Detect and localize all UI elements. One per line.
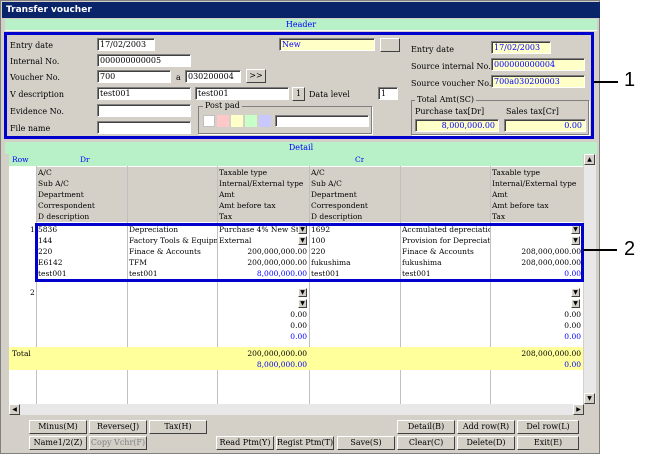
sub-right-2: Department (310, 189, 400, 200)
minus-button[interactable]: Minus(M) (29, 420, 87, 434)
total-label: Total (12, 349, 31, 358)
col-cr: Cr (355, 155, 365, 164)
row2-dr-tax[interactable]: 0.00 (218, 331, 309, 342)
scroll-left-icon[interactable]: ◀ (9, 404, 20, 415)
total-cr-amt: 208,000,000.00 (521, 349, 581, 358)
sub-mid-0: Taxable type (218, 167, 309, 178)
callout-line-1 (594, 81, 618, 83)
name12-button[interactable]: Name1/2(Z) (29, 436, 87, 450)
row2-dr-inout-dropdown[interactable]: ▼ (298, 299, 307, 308)
transfer-voucher-window: Transfer voucher Header Entry date 17/02… (0, 0, 600, 454)
window-title: Transfer voucher (2, 2, 600, 18)
row2-dr-amt-before-tax[interactable]: 0.00 (218, 320, 309, 331)
horizontal-scrollbar[interactable]: ◀ ▶ (9, 404, 584, 415)
row2-dr-taxable-dropdown[interactable]: ▼ (298, 288, 307, 297)
detail-button[interactable]: Detail(B) (397, 420, 455, 434)
sub-left-0: A/C (37, 167, 127, 178)
callout-box-2 (35, 223, 584, 282)
row2-cr-amt[interactable]: 0.00 (491, 309, 583, 320)
row2-dr-amt[interactable]: 0.00 (218, 309, 309, 320)
regist-ptm-button[interactable]: Regist Ptm(T) (276, 436, 334, 450)
row-2-number: 2 (30, 288, 35, 297)
row2-cr-inout-dropdown[interactable]: ▼ (571, 299, 580, 308)
sub-left-4: D description (37, 211, 127, 222)
sub-mid-1: Internal/External type (218, 178, 309, 189)
row2-cr-taxable-dropdown[interactable]: ▼ (571, 288, 580, 297)
row2-cr-amt-before-tax[interactable]: 0.00 (491, 320, 583, 331)
scroll-down-icon[interactable]: ▼ (584, 393, 595, 404)
sub-right-4: D description (310, 211, 400, 222)
total-dr-amt: 200,000,000.00 (247, 349, 307, 358)
col-dr: Dr (80, 155, 90, 164)
scroll-up-icon[interactable]: ▲ (584, 154, 595, 165)
save-button[interactable]: Save(S) (337, 436, 395, 450)
exit-button[interactable]: Exit(E) (517, 436, 579, 450)
sub-far-1: Internal/External type (491, 178, 583, 189)
detail-bar: Detail (5, 142, 597, 154)
sub-far-2: Amt (491, 189, 583, 200)
sub-mid-4: Tax (218, 211, 309, 222)
scroll-right-icon[interactable]: ▶ (573, 404, 584, 415)
row2-cr-tax[interactable]: 0.00 (491, 331, 583, 342)
add-row-button[interactable]: Add row(R) (457, 420, 515, 434)
header-bar: Header (5, 19, 597, 31)
sub-left-1: Sub A/C (37, 178, 127, 189)
sub-mid-3: Amt before tax (218, 200, 309, 211)
sub-far-3: Amt before tax (491, 200, 583, 211)
col-row: Row (12, 155, 29, 164)
sub-right-1: Sub A/C (310, 178, 400, 189)
sub-far-0: Taxable type (491, 167, 583, 178)
callout-number-1: 1 (624, 69, 636, 91)
sub-right-0: A/C (310, 167, 400, 178)
read-ptm-button[interactable]: Read Ptm(Y) (216, 436, 274, 450)
sub-right-3: Correspondent (310, 200, 400, 211)
sub-mid-2: Amt (218, 189, 309, 200)
grid-header: Row Dr Cr (9, 154, 583, 166)
sub-far-4: Tax (491, 211, 583, 222)
del-row-button[interactable]: Del row(L) (517, 420, 579, 434)
callout-number-2: 2 (624, 238, 636, 260)
total-cr-tax: 0.00 (564, 360, 581, 369)
sub-left-3: Correspondent (37, 200, 127, 211)
callout-line-2 (583, 249, 617, 251)
delete-button[interactable]: Delete(D) (457, 436, 515, 450)
reverse-button[interactable]: Reverse(J) (89, 420, 147, 434)
sub-left-2: Department (37, 189, 127, 200)
tax-button[interactable]: Tax(H) (149, 420, 207, 434)
copy-vchr-button[interactable]: Copy Vchr(F) (89, 436, 147, 450)
row-1-number: 1 (30, 225, 35, 234)
clear-button[interactable]: Clear(C) (397, 436, 455, 450)
callout-box-1 (4, 32, 594, 139)
total-dr-tax: 8,000,000.00 (256, 360, 307, 369)
vertical-scrollbar[interactable]: ▲ ▼ (584, 154, 596, 404)
